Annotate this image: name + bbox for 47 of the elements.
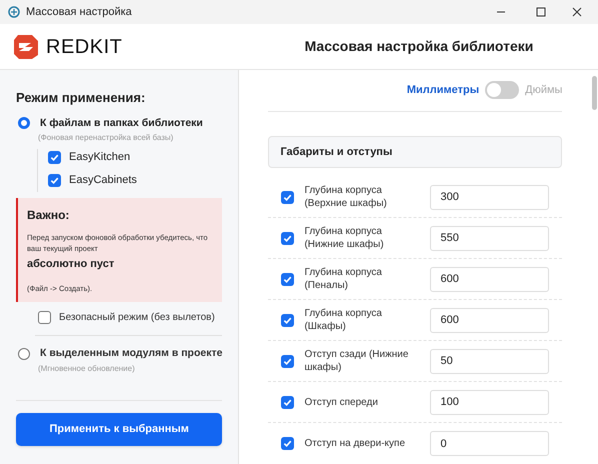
apply-button[interactable]: Применить к выбранным (16, 413, 222, 446)
hint-text: (Мгновенное обновление) (37, 362, 136, 375)
checkbox[interactable] (281, 354, 294, 368)
window-title: Массовая настройка (26, 4, 132, 20)
page-title: Массовая настройка библиотеки (304, 37, 534, 56)
value-field[interactable]: 550 (430, 226, 550, 250)
setting-label: Отступ спереди (304, 396, 379, 408)
setting-label: Глубина корпуса (Шкафы) (304, 307, 383, 333)
value-field[interactable]: 600 (430, 266, 550, 292)
value-field[interactable]: 50 (430, 348, 550, 374)
checkbox-label[interactable]: Безопасный режим (без вылетов) (59, 310, 215, 325)
radio-button[interactable] (18, 117, 30, 130)
setting-label: Глубина корпуса (Пеналы) (304, 266, 383, 292)
logo-icon (12, 32, 40, 60)
checkbox[interactable] (48, 151, 61, 164)
checkbox[interactable] (48, 174, 61, 186)
radio-label[interactable]: К выделенным модулям в проекте (40, 346, 222, 362)
hint-text: (Фоновая перенастройка всей базы) (37, 132, 174, 144)
unit-toggle[interactable] (485, 81, 520, 100)
checkbox[interactable] (281, 437, 294, 450)
checkbox-label[interactable]: EasyCabinets (69, 172, 137, 188)
logo-text: REDKIT (46, 34, 122, 60)
setting-label: Отступ на двери-купе (304, 437, 406, 450)
setting-label: Глубина корпуса (Нижние шкафы) (304, 225, 385, 251)
section-title: Габариты и отступы (280, 144, 392, 160)
warning-title: Важно: (27, 207, 70, 224)
checkbox[interactable] (281, 314, 294, 326)
radio-label[interactable]: К файлам в папках библиотеки (40, 116, 203, 132)
unit-label[interactable]: Миллиметры (406, 82, 480, 99)
value-field[interactable]: 0 (430, 431, 550, 456)
setting-label: Отступ сзади (Нижние шкафы) (304, 348, 410, 374)
close-icon[interactable] (572, 7, 582, 17)
value-field[interactable]: 100 (430, 390, 550, 414)
checkbox[interactable] (281, 190, 294, 204)
checkbox[interactable] (281, 272, 294, 286)
section-heading: Режим применения: (16, 89, 146, 107)
warning-emphasis: абсолютно пуст (27, 257, 116, 272)
radio-button[interactable] (18, 348, 30, 360)
value-field[interactable]: 300 (430, 184, 550, 210)
checkbox[interactable] (38, 311, 51, 324)
setting-label: Глубина корпуса (Верхние шкафы) (304, 184, 388, 210)
maximize-icon[interactable] (536, 7, 546, 17)
checkbox-label[interactable]: EasyKitchen (69, 149, 130, 166)
value-field[interactable]: 600 (430, 308, 550, 332)
checkbox[interactable] (281, 396, 294, 408)
checkbox[interactable] (281, 232, 294, 244)
app-icon (8, 6, 20, 18)
